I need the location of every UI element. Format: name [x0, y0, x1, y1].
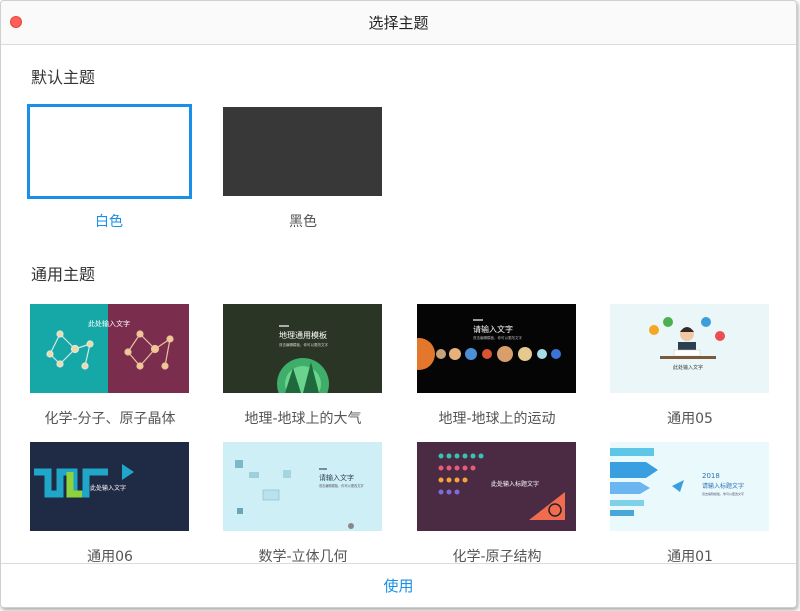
default-themes-heading: 默认主题 [31, 68, 96, 87]
svg-text:请输入文字: 请输入文字 [473, 324, 513, 334]
theme-list[interactable]: 默认主题 白色 黑色 通用主题 此处输入文字 化学-分子、原子晶体 地理通用模板… [1, 46, 796, 563]
theme-general-01-label[interactable]: 通用01 [600, 546, 780, 563]
theme-geo-motion-thumbnail[interactable]: 请输入文字 双击编辑模板，你可以更改文字 [417, 304, 576, 393]
presenter-illustration: 此处输入文字 [610, 304, 769, 393]
svg-text:此处输入标题文字: 此处输入标题文字 [491, 480, 539, 488]
theme-white-thumbnail[interactable] [27, 104, 192, 199]
close-window-icon[interactable] [10, 16, 22, 28]
title-bar: 选择主题 [1, 1, 796, 45]
theme-general-05-thumbnail[interactable]: 此处输入文字 [610, 304, 769, 393]
svg-text:此处输入文字: 此处输入文字 [88, 319, 130, 328]
geometry-illustration: 请输入文字 双击编辑模板，你可以更改文字 [223, 442, 382, 531]
earth-forest-illustration: 地理通用模板 双击编辑模板，你可以更改文字 [223, 304, 382, 393]
theme-geo-atmosphere-thumbnail[interactable]: 地理通用模板 双击编辑模板，你可以更改文字 [223, 304, 382, 393]
theme-black-thumbnail[interactable] [223, 107, 382, 196]
use-button[interactable]: 使用 [383, 575, 413, 596]
svg-text:2018: 2018 [702, 472, 720, 480]
svg-text:请输入标题文字: 请输入标题文字 [702, 482, 744, 490]
theme-picker-window: 选择主题 默认主题 白色 黑色 通用主题 此处输入文字 化学-分子、原子晶体 地… [0, 0, 797, 608]
svg-text:此处输入文字: 此处输入文字 [673, 364, 703, 371]
theme-general-01-thumbnail[interactable]: 2018 请输入标题文字 双击编辑模板，你可以更改文字 [610, 442, 769, 531]
svg-text:此处输入文字: 此处输入文字 [90, 484, 126, 492]
window-title: 选择主题 [368, 14, 429, 32]
theme-geo-motion-label[interactable]: 地理-地球上的运动 [407, 408, 587, 428]
theme-general-05-label[interactable]: 通用05 [600, 408, 780, 428]
theme-geo-atmosphere-label[interactable]: 地理-地球上的大气 [213, 408, 393, 428]
theme-white-label[interactable]: 白色 [19, 211, 199, 231]
svg-text:请输入文字: 请输入文字 [319, 473, 354, 482]
theme-math-geometry-thumbnail[interactable]: 请输入文字 双击编辑模板，你可以更改文字 [223, 442, 382, 531]
arrow-bars-illustration: 2018 请输入标题文字 双击编辑模板，你可以更改文字 [610, 442, 769, 531]
theme-chem-atom-label[interactable]: 化学-原子结构 [407, 546, 587, 563]
theme-black-label[interactable]: 黑色 [213, 211, 393, 231]
planets-illustration: 请输入文字 双击编辑模板，你可以更改文字 [417, 304, 576, 393]
arrow-ribbon-illustration: 此处输入文字 [30, 442, 189, 531]
theme-general-06-thumbnail[interactable]: 此处输入文字 [30, 442, 189, 531]
theme-chem-molecule-label[interactable]: 化学-分子、原子晶体 [20, 408, 200, 428]
general-themes-heading: 通用主题 [31, 265, 96, 284]
svg-text:双击编辑模板，你可以更改文字: 双击编辑模板，你可以更改文字 [702, 491, 744, 496]
svg-text:双击编辑模板，你可以更改文字: 双击编辑模板，你可以更改文字 [473, 335, 522, 340]
footer-bar: 使用 [1, 563, 796, 607]
molecule-illustration: 此处输入文字 [30, 304, 189, 393]
theme-general-06-label[interactable]: 通用06 [20, 546, 200, 563]
theme-math-geometry-label[interactable]: 数学-立体几何 [213, 546, 393, 563]
theme-chem-atom-thumbnail[interactable]: 此处输入标题文字 [417, 442, 576, 531]
svg-text:双击编辑模板，你可以更改文字: 双击编辑模板，你可以更改文字 [319, 483, 364, 488]
theme-chem-molecule-thumbnail[interactable]: 此处输入文字 [30, 304, 189, 393]
svg-text:双击编辑模板，你可以更改文字: 双击编辑模板，你可以更改文字 [279, 342, 328, 347]
atom-dots-illustration: 此处输入标题文字 [417, 442, 576, 531]
svg-text:地理通用模板: 地理通用模板 [279, 330, 327, 340]
